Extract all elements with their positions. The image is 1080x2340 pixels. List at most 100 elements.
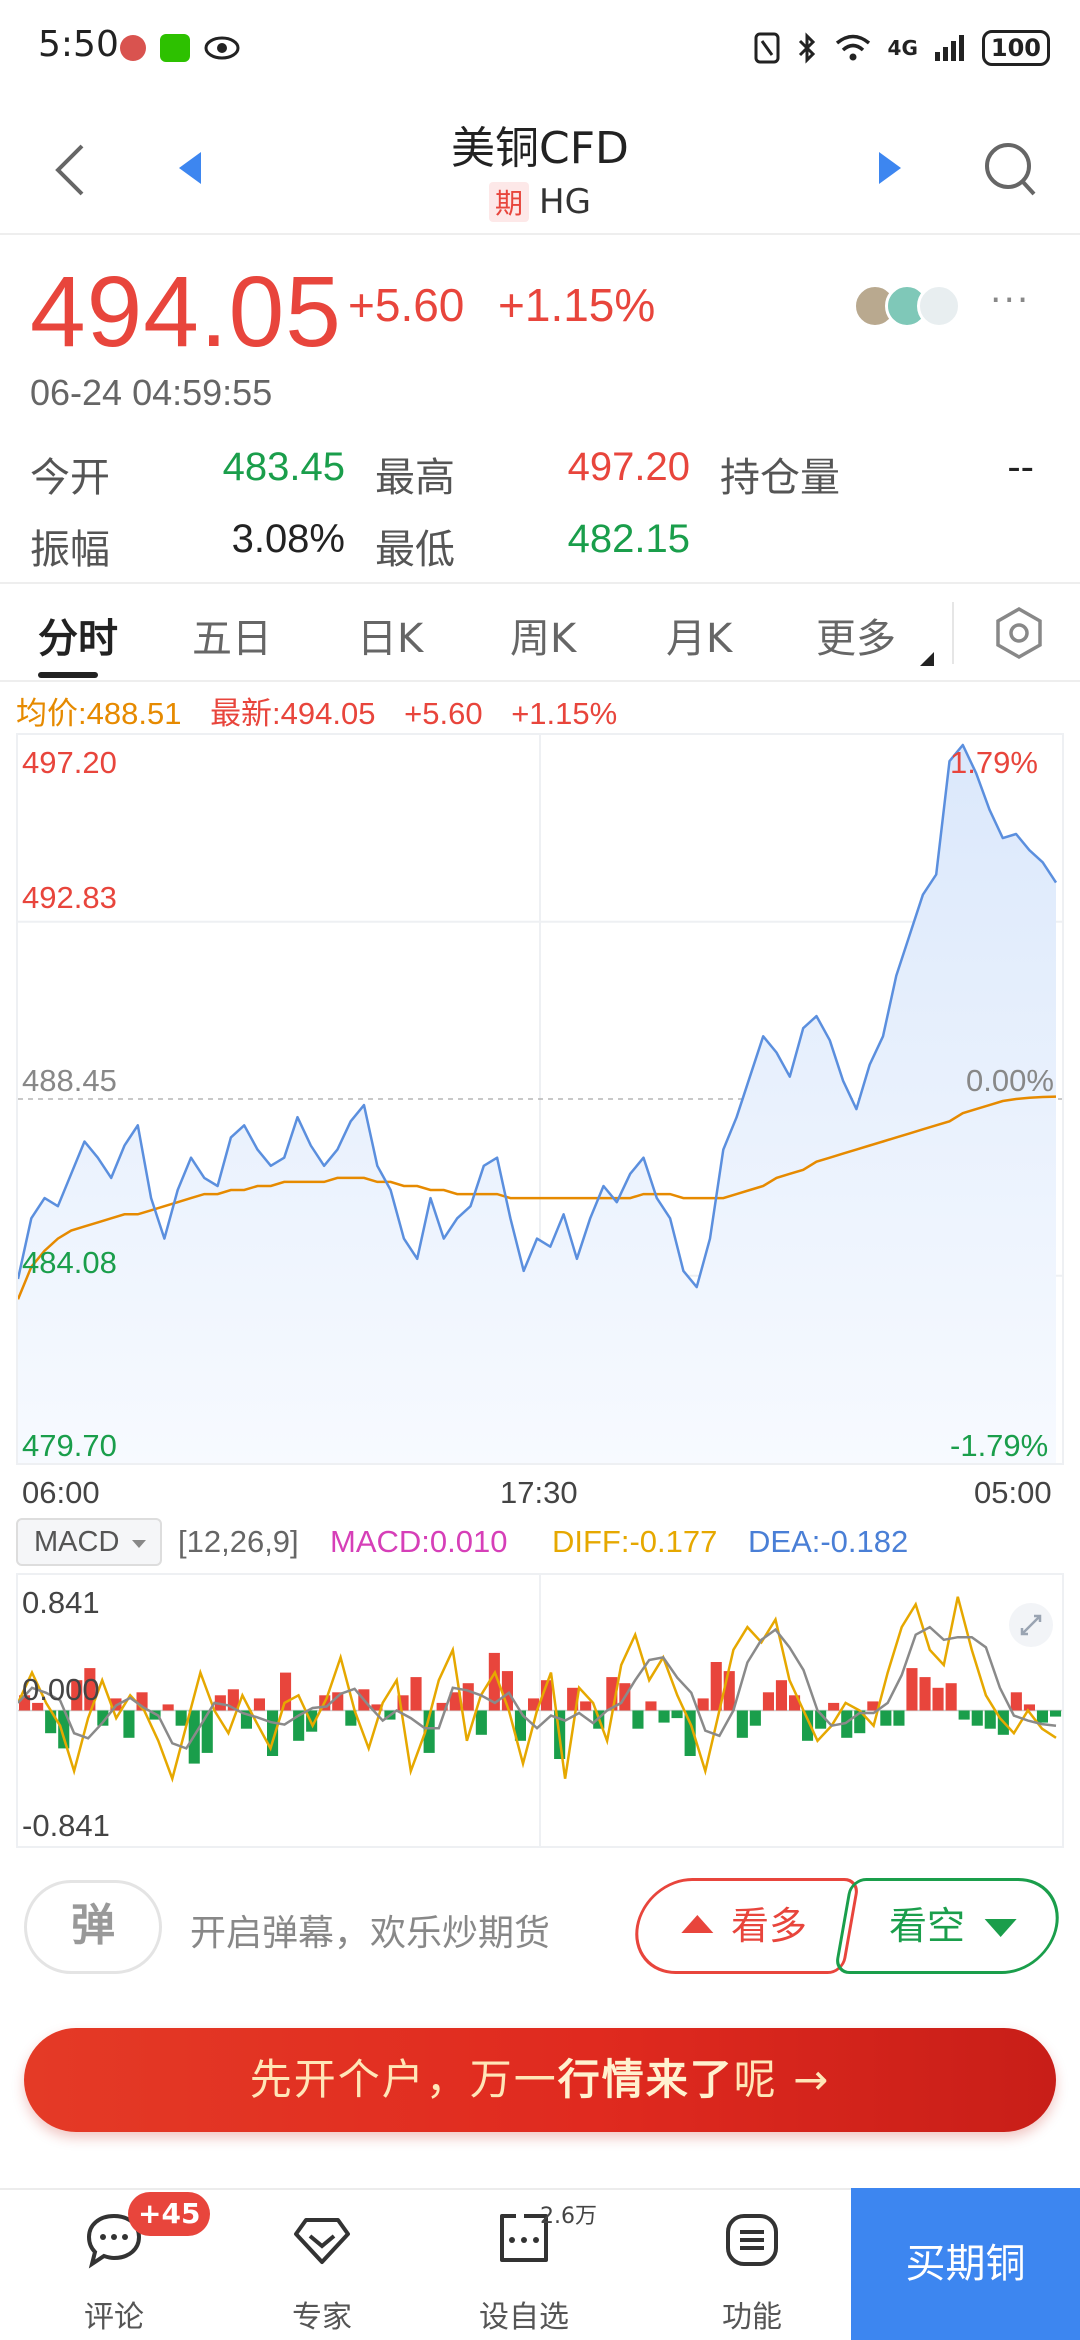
macd-histogram-bar [1036, 1710, 1048, 1723]
bearish-label: 看空 [889, 1904, 966, 1948]
macd-histogram-bar [723, 1671, 735, 1711]
open-interest-value: -- [1007, 445, 1034, 489]
watchlist-label: 设自选 [479, 2300, 569, 2335]
tab-more[interactable]: 更多 [816, 606, 896, 664]
dropdown-corner-icon [920, 652, 934, 666]
macd-histogram-bar [971, 1710, 983, 1726]
macd-value: MACD:0.010 [330, 1524, 508, 1559]
amplitude-label: 振幅 [30, 527, 110, 573]
price-change-percent: +1.15% [498, 279, 656, 331]
y-tick-label: 484.08 [22, 1245, 117, 1280]
intraday-chart[interactable] [16, 733, 1064, 1465]
macd-histogram-bar [253, 1698, 265, 1711]
y-tick-label: 479.70 [22, 1428, 117, 1463]
expert-button[interactable]: 专家 [242, 2190, 402, 2340]
tab-weekly-k[interactable]: 周K [510, 606, 576, 664]
barrage-toggle-button[interactable]: 弹 [24, 1880, 162, 1974]
y-pct-tick-label: 1.79% [950, 745, 1038, 780]
macd-histogram-bar [1010, 1692, 1022, 1711]
up-triangle-icon [681, 1915, 714, 1933]
tab-daily-k[interactable]: 日K [357, 606, 423, 664]
open-interest-label: 持仓量 [720, 455, 840, 501]
macd-histogram-bar [984, 1710, 996, 1729]
chart-settings-icon[interactable] [992, 606, 1046, 660]
macd-histogram-bar [280, 1672, 292, 1711]
function-button[interactable]: 功能 [672, 2190, 832, 2340]
macd-histogram-bar [945, 1683, 957, 1711]
notification-icons [120, 34, 240, 62]
expert-label: 专家 [292, 2300, 352, 2335]
signal-icon [934, 35, 964, 61]
macd-chart-svg [18, 1575, 1062, 1846]
nav-bar: 美铜CFD 期 HG [0, 100, 1080, 235]
diff-value: DIFF:-0.177 [552, 1524, 718, 1559]
macd-histogram-bar [762, 1692, 774, 1711]
search-icon[interactable] [982, 140, 1038, 200]
latest-price-label: 最新:494.05 [210, 696, 376, 731]
macd-histogram-bar [906, 1668, 918, 1711]
macd-histogram-bar [958, 1710, 970, 1720]
cta-text-a: 先开个户，万一 [249, 2055, 558, 2104]
macd-histogram-bar [893, 1710, 905, 1726]
page-title: 美铜CFD [451, 123, 629, 174]
barrage-hint[interactable]: 开启弹幕，欢乐炒期货 [190, 1904, 550, 1956]
macd-histogram-bar [697, 1698, 709, 1711]
tab-five-day[interactable]: 五日 [192, 606, 272, 664]
macd-histogram-bar [775, 1680, 787, 1711]
dea-value: DEA:-0.182 [748, 1524, 909, 1559]
macd-histogram-bar [1050, 1710, 1062, 1717]
macd-histogram-bar [1023, 1704, 1035, 1711]
average-price-label: 均价:488.51 [16, 696, 182, 731]
y-tick-label: 497.20 [22, 745, 117, 780]
y-pct-tick-label: -1.79% [950, 1428, 1049, 1463]
bluetooth-icon [798, 32, 815, 64]
bullish-button[interactable]: 看多 [627, 1878, 861, 1974]
high-value: 497.20 [567, 445, 690, 489]
macd-legend: MACD [12,26,9] MACD:0.010 DIFF:-0.177 DE… [16, 1518, 1076, 1568]
bullish-label: 看多 [731, 1904, 808, 1948]
macd-histogram-bar [919, 1677, 931, 1711]
quote-stats: 今开 483.45 最高 497.20 持仓量 -- 振幅 3.08% 最低 4… [0, 445, 1080, 580]
x-tick-label: 06:00 [22, 1475, 100, 1510]
macd-histogram-bar [671, 1710, 683, 1719]
watchlist-count: 2.6万 [540, 2204, 597, 2229]
quote-timestamp: 06-24 04:59:55 [30, 372, 273, 413]
cta-text-b: 行情来了 [557, 2055, 734, 2104]
macd-histogram-bar [658, 1710, 670, 1723]
buy-copper-futures-button[interactable]: 买期铜 [851, 2188, 1080, 2340]
macd-params: [12,26,9] [178, 1524, 299, 1559]
comment-label: 评论 [84, 2300, 144, 2335]
tab-intraday[interactable]: 分时 [38, 606, 118, 664]
last-price: 494.05 [30, 256, 342, 368]
battery-indicator: 100 [981, 30, 1050, 66]
indicator-select[interactable]: MACD [16, 1518, 162, 1566]
down-triangle-icon [984, 1919, 1017, 1937]
high-label: 最高 [375, 455, 455, 501]
low-label: 最低 [375, 527, 455, 573]
macd-chart[interactable] [16, 1573, 1064, 1848]
x-tick-label: 17:30 [500, 1475, 578, 1510]
futures-tag: 期 [489, 182, 530, 222]
expand-icon[interactable] [1008, 1602, 1054, 1648]
more-options-icon[interactable]: ··· [990, 280, 1030, 321]
open-account-banner[interactable]: 先开个户，万一行情来了呢 → [24, 2028, 1056, 2132]
y-pct-tick-label: 0.00% [966, 1063, 1054, 1098]
viewer-avatars[interactable] [853, 284, 961, 328]
next-symbol-icon[interactable] [875, 150, 905, 186]
macd-histogram-bar [410, 1677, 422, 1711]
intraday-chart-svg [18, 735, 1062, 1463]
amplitude-value: 3.08% [231, 517, 345, 561]
app-notification-icon [120, 35, 146, 61]
diff-line [18, 1596, 1057, 1783]
y-tick-label: 492.83 [22, 880, 117, 915]
macd-histogram-bar [123, 1710, 135, 1738]
macd-y-tick: -0.841 [22, 1808, 110, 1843]
menu-icon [726, 2214, 778, 2266]
tab-monthly-k[interactable]: 月K [666, 606, 732, 664]
period-tabs: 分时 五日 日K 周K 月K 更多 [0, 582, 1080, 682]
cta-text-c: 呢 → [733, 2055, 831, 2104]
bearish-button[interactable]: 看空 [833, 1878, 1067, 1974]
macd-histogram-bar [736, 1710, 748, 1738]
indicator-select-label: MACD [34, 1526, 120, 1558]
wifi-icon [835, 34, 870, 61]
